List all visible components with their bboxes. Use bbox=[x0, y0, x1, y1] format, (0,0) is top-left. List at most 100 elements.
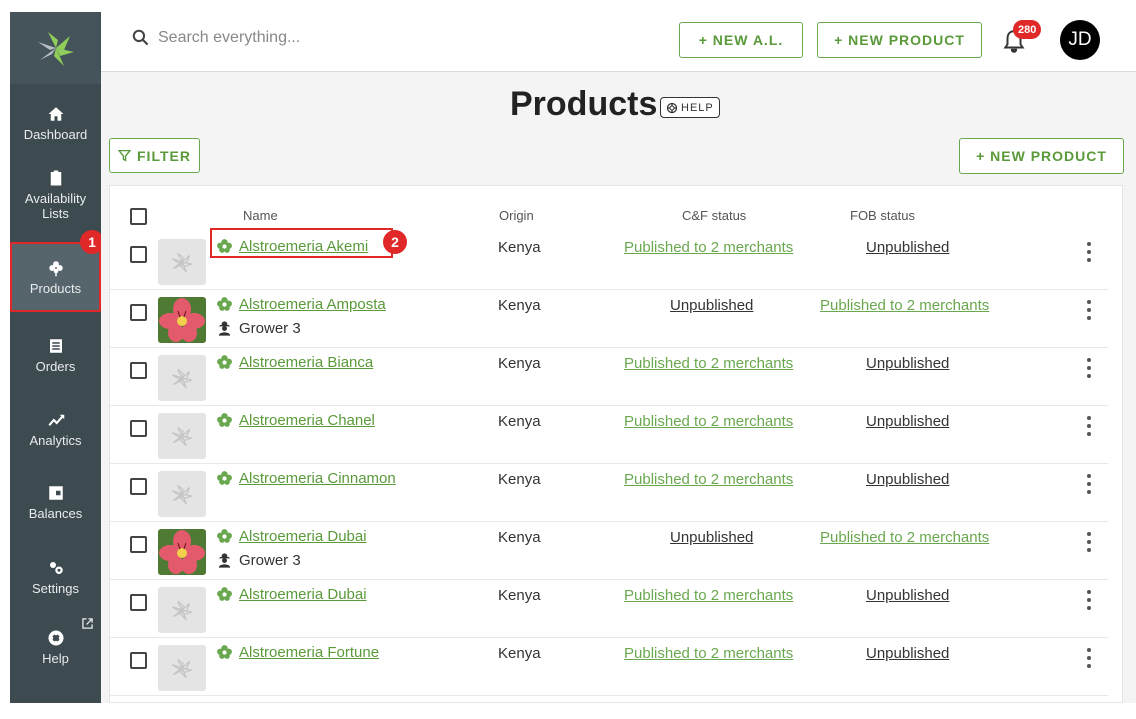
kebab-dot bbox=[1087, 432, 1091, 436]
table-row[interactable]: Alstroemeria Bianca Kenya Published to 2 m… bbox=[110, 348, 1108, 406]
wallet-icon bbox=[48, 485, 63, 500]
column-header-cf-status[interactable]: C&F status bbox=[682, 208, 746, 223]
flower-type-icon bbox=[216, 586, 233, 603]
column-header-origin[interactable]: Origin bbox=[499, 208, 534, 223]
fob-status-link[interactable]: Unpublished bbox=[866, 355, 949, 372]
product-name-link[interactable]: Alstroemeria Fortune bbox=[239, 644, 379, 661]
row-menu-button[interactable] bbox=[1086, 242, 1092, 262]
product-thumbnail[interactable] bbox=[158, 413, 206, 459]
search-input[interactable]: Search everything... bbox=[158, 29, 300, 47]
cf-status-link[interactable]: Unpublished bbox=[670, 297, 753, 314]
product-name-link[interactable]: Alstroemeria Dubai bbox=[239, 528, 367, 545]
cf-status-link[interactable]: Published to 2 merchants bbox=[624, 471, 793, 488]
help-button[interactable]: HELP bbox=[660, 97, 720, 118]
kebab-dot bbox=[1087, 664, 1091, 668]
column-header-fob-status[interactable]: FOB status bbox=[850, 208, 915, 223]
fob-status-link[interactable]: Published to 2 merchants bbox=[820, 529, 989, 546]
sidebar: Dashboard Availability Lists Products Or… bbox=[10, 12, 101, 703]
product-name-link[interactable]: Alstroemeria Cinnamon bbox=[239, 470, 396, 487]
fob-status-link[interactable]: Published to 2 merchants bbox=[820, 297, 989, 314]
kebab-dot bbox=[1087, 358, 1091, 362]
product-thumbnail[interactable] bbox=[158, 529, 206, 575]
sidebar-item-dashboard[interactable]: Dashboard bbox=[10, 88, 101, 158]
row-menu-button[interactable] bbox=[1086, 358, 1092, 378]
help-label: HELP bbox=[681, 101, 714, 114]
fob-status-link[interactable]: Unpublished bbox=[866, 645, 949, 662]
fob-status-link[interactable]: Unpublished bbox=[866, 587, 949, 604]
sidebar-item-balances[interactable]: Balances bbox=[10, 467, 101, 537]
cf-status-link[interactable]: Published to 2 merchants bbox=[624, 355, 793, 372]
new-product-button[interactable]: + NEW PRODUCT bbox=[959, 138, 1124, 174]
row-menu-button[interactable] bbox=[1086, 416, 1092, 436]
kebab-dot bbox=[1087, 474, 1091, 478]
kebab-dot bbox=[1087, 242, 1091, 246]
grower-name: Grower 3 bbox=[239, 320, 301, 337]
app-logo[interactable] bbox=[10, 12, 101, 84]
product-thumbnail[interactable] bbox=[158, 471, 206, 517]
filter-label: FILTER bbox=[137, 147, 191, 164]
list-icon bbox=[49, 338, 62, 353]
cf-status-link[interactable]: Published to 2 merchants bbox=[624, 239, 793, 256]
gears-icon bbox=[49, 561, 63, 574]
kebab-dot bbox=[1087, 656, 1091, 660]
kebab-dot bbox=[1087, 606, 1091, 610]
table-row[interactable]: Alstroemeria Amposta Grower 3 Kenya Unpubli… bbox=[110, 290, 1108, 348]
lifebuoy-icon bbox=[666, 102, 678, 113]
fob-status-link[interactable]: Unpublished bbox=[866, 239, 949, 256]
row-menu-button[interactable] bbox=[1086, 648, 1092, 668]
sidebar-item-analytics[interactable]: Analytics bbox=[10, 394, 101, 464]
product-thumbnail[interactable] bbox=[158, 587, 206, 633]
sidebar-item-orders[interactable]: Orders bbox=[10, 320, 101, 390]
table-row[interactable]: Alstroemeria Cinnamon Kenya Published to 2… bbox=[110, 464, 1108, 522]
row-menu-button[interactable] bbox=[1086, 300, 1092, 320]
search-bar[interactable]: Search everything... bbox=[131, 28, 300, 47]
row-checkbox[interactable] bbox=[130, 594, 147, 611]
product-name-link[interactable]: Alstroemeria Dubai bbox=[239, 586, 367, 603]
product-name-link[interactable]: Alstroemeria Amposta bbox=[239, 296, 386, 313]
new-al-button[interactable]: + NEW A.L. bbox=[679, 22, 803, 58]
table-row[interactable]: Alstroemeria Dubai Kenya Published to 2 me… bbox=[110, 580, 1108, 638]
product-thumbnail[interactable] bbox=[158, 239, 206, 285]
kebab-dot bbox=[1087, 532, 1091, 536]
fob-status-link[interactable]: Unpublished bbox=[866, 471, 949, 488]
new-product-top-button[interactable]: + NEW PRODUCT bbox=[817, 22, 982, 58]
table-row[interactable]: Alstroemeria Chanel Kenya Published to 2 m… bbox=[110, 406, 1108, 464]
select-all-checkbox[interactable] bbox=[130, 208, 147, 225]
table-row[interactable]: Alstroemeria Akemi Kenya Published to 2 me… bbox=[110, 228, 1108, 290]
cf-status-link[interactable]: Published to 2 merchants bbox=[624, 587, 793, 604]
sidebar-item-availability-lists[interactable]: Availability Lists bbox=[10, 160, 101, 230]
table-row[interactable]: Alstroemeria Fortune Kenya Published to 2 … bbox=[110, 638, 1108, 696]
kebab-dot bbox=[1087, 648, 1091, 652]
row-menu-button[interactable] bbox=[1086, 474, 1092, 494]
row-checkbox[interactable] bbox=[130, 304, 147, 321]
table-row[interactable]: Alstroemeria Dubai Grower 3 Kenya Unpublish… bbox=[110, 522, 1108, 580]
row-menu-button[interactable] bbox=[1086, 532, 1092, 552]
cf-status-link[interactable]: Published to 2 merchants bbox=[624, 645, 793, 662]
user-avatar[interactable]: JD bbox=[1060, 20, 1100, 60]
filter-button[interactable]: FILTER bbox=[109, 138, 200, 173]
cf-status-link[interactable]: Published to 2 merchants bbox=[624, 413, 793, 430]
sidebar-item-label: Analytics bbox=[29, 432, 82, 448]
column-header-name[interactable]: Name bbox=[243, 208, 278, 223]
product-name-link[interactable]: Alstroemeria Bianca bbox=[239, 354, 373, 371]
sidebar-item-help[interactable]: Help bbox=[10, 612, 101, 682]
product-thumbnail[interactable] bbox=[158, 355, 206, 401]
product-thumbnail[interactable] bbox=[158, 297, 206, 343]
sidebar-item-settings[interactable]: Settings bbox=[10, 542, 101, 612]
row-checkbox[interactable] bbox=[130, 652, 147, 669]
row-checkbox[interactable] bbox=[130, 362, 147, 379]
sidebar-item-label: Dashboard bbox=[23, 126, 88, 142]
row-checkbox[interactable] bbox=[130, 420, 147, 437]
cf-status-link[interactable]: Unpublished bbox=[670, 529, 753, 546]
kebab-dot bbox=[1087, 590, 1091, 594]
row-checkbox[interactable] bbox=[130, 246, 147, 263]
kebab-dot bbox=[1087, 598, 1091, 602]
product-name-link[interactable]: Alstroemeria Chanel bbox=[239, 412, 375, 429]
row-checkbox[interactable] bbox=[130, 478, 147, 495]
product-thumbnail[interactable] bbox=[158, 645, 206, 691]
origin-cell: Kenya bbox=[498, 587, 541, 604]
flower-type-icon bbox=[216, 296, 233, 313]
fob-status-link[interactable]: Unpublished bbox=[866, 413, 949, 430]
row-checkbox[interactable] bbox=[130, 536, 147, 553]
row-menu-button[interactable] bbox=[1086, 590, 1092, 610]
